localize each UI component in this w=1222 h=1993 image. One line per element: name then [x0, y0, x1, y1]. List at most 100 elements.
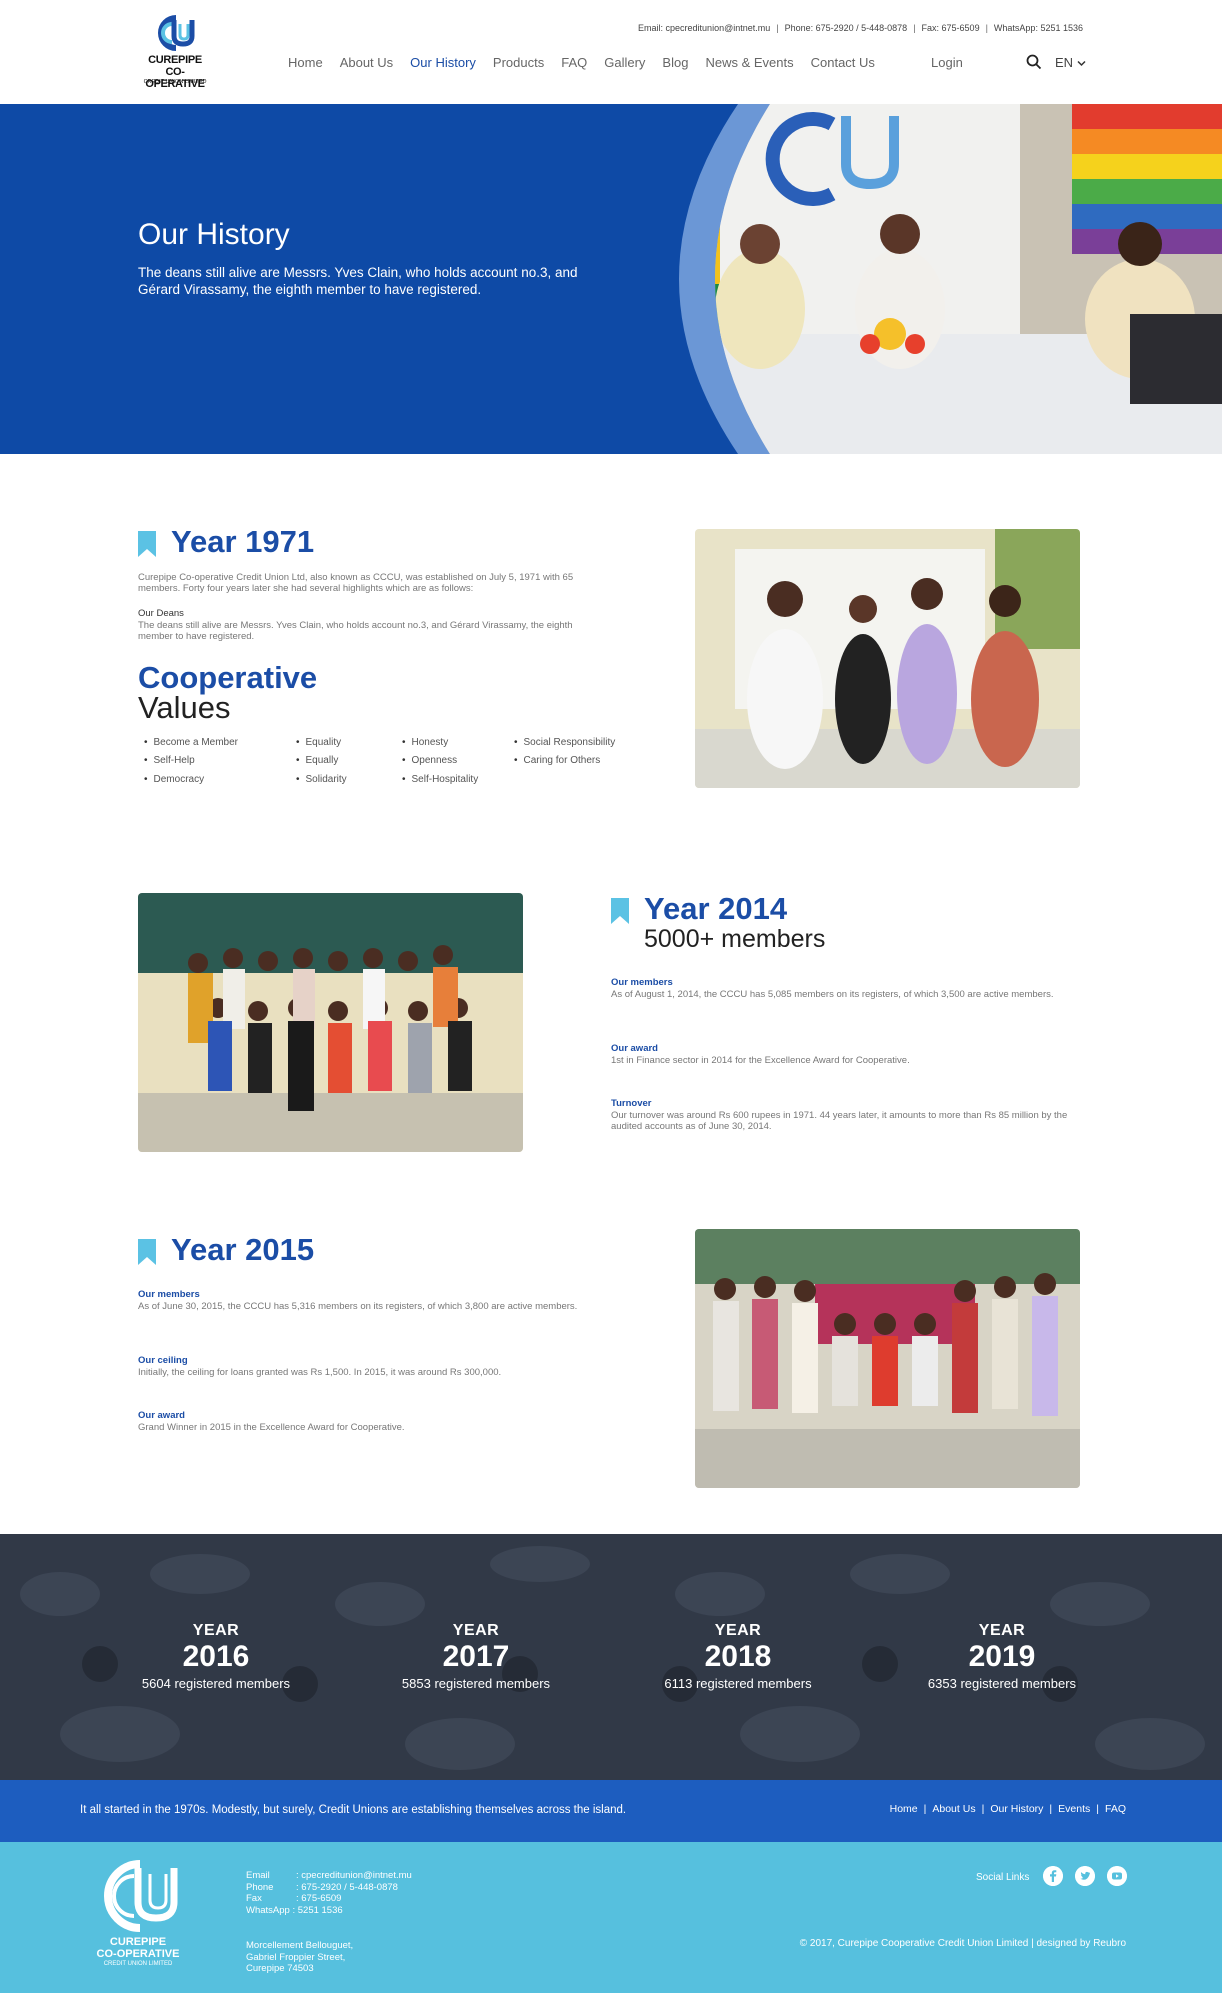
stat-members: 5853 registered members — [401, 1676, 551, 1691]
ceiling-heading: Our ceiling — [138, 1355, 188, 1366]
footer-link-faq[interactable]: FAQ — [1105, 1803, 1126, 1815]
nav-blog[interactable]: Blog — [662, 55, 688, 70]
hero-image — [679, 104, 1222, 454]
turnover-text: Our turnover was around Rs 600 rupees in… — [611, 1110, 1068, 1132]
footer-fax: : 675-6509 — [296, 1893, 342, 1904]
stat-members: 6113 registered members — [664, 1676, 812, 1691]
nav-about-us[interactable]: About Us — [340, 55, 393, 70]
nav-gallery[interactable]: Gallery — [604, 55, 645, 70]
deans-heading: Our Deans — [138, 608, 184, 619]
contact-email[interactable]: Email: cpecreditunion@intnet.mu — [638, 23, 770, 33]
footer-logo-line3: CREDIT UNION LIMITED — [103, 1961, 173, 1967]
stat-members: 6353 registered members — [927, 1676, 1077, 1691]
value-item: Equally — [296, 755, 339, 766]
year-2014-title: Year 2014 — [644, 891, 788, 926]
hero-description: The deans still alive are Messrs. Yves C… — [138, 265, 578, 297]
footer-bottom: CUREPIPE CO-OPERATIVE CREDIT UNION LIMIT… — [0, 1842, 1222, 1993]
value-item: Equality — [296, 737, 342, 748]
footer-address: Morcellement Bellouguet, Gabriel Froppie… — [246, 1940, 353, 1975]
stat-label: YEAR — [978, 1622, 1026, 1639]
deans-text: The deans still alive are Messrs. Yves C… — [138, 620, 573, 642]
footer-logo[interactable]: CUREPIPE CO-OPERATIVE CREDIT UNION LIMIT… — [88, 1856, 188, 1976]
members-2014-text: As of August 1, 2014, the CCCU has 5,085… — [611, 989, 1054, 1000]
value-item: Democracy — [144, 774, 205, 785]
stat-label: YEAR — [192, 1622, 240, 1639]
footer-phone-label: Phone — [246, 1881, 274, 1893]
footer-phone[interactable]: : 675-2920 / 5-448-0878 — [296, 1882, 398, 1893]
footer-email-label: Email — [246, 1870, 270, 1881]
address-line2: Gabriel Froppier Street, — [246, 1951, 346, 1963]
login-link[interactable]: Login — [931, 55, 963, 70]
ceiling-text: Initially, the ceiling for loans granted… — [138, 1367, 502, 1378]
year-1971-title: Year 1971 — [171, 524, 315, 559]
stat-2016: YEAR 2016 5604 registered members — [116, 1622, 316, 1691]
search-icon[interactable] — [1026, 54, 1042, 70]
nav-products[interactable]: Products — [493, 55, 544, 70]
nav-contact-us[interactable]: Contact Us — [811, 55, 875, 70]
photo-2015-group — [695, 1229, 1080, 1488]
award-2015-text: Grand Winner in 2015 in the Excellence A… — [138, 1422, 405, 1433]
photo-1971-group — [695, 529, 1080, 788]
bookmark-icon — [138, 531, 156, 557]
award-2014-heading: Our award — [611, 1043, 658, 1054]
stat-label: YEAR — [714, 1622, 762, 1639]
value-item: Social Responsibility — [514, 737, 616, 748]
stat-2017: YEAR 2017 5853 registered members — [376, 1622, 576, 1691]
contact-fax: Fax: 675-6509 — [921, 23, 980, 33]
footer-whatsapp[interactable]: : 5251 1536 — [292, 1905, 342, 1916]
members-2015-heading: Our members — [138, 1289, 200, 1300]
twitter-icon[interactable] — [1075, 1866, 1095, 1886]
youtube-icon[interactable] — [1107, 1866, 1127, 1886]
footer-logo-mark-icon — [104, 1860, 178, 1932]
bookmark-icon — [138, 1239, 156, 1265]
chevron-down-icon — [1077, 60, 1086, 67]
stat-members: 5604 registered members — [141, 1676, 291, 1691]
footer-contact-info: Email : cpecreditunion@intnet.mu Phone : 6… — [246, 1870, 412, 1916]
contact-bar: Email: cpecreditunion@intnet.mu | Phone: 6… — [638, 23, 1083, 33]
stats-banner: YEAR 2016 5604 registered members YEAR 2… — [0, 1534, 1222, 1780]
value-item: Become a Member — [144, 737, 238, 748]
stat-year: 2018 — [704, 1640, 772, 1673]
logo-mark-icon — [158, 15, 195, 51]
value-item: Openness — [402, 755, 458, 766]
footer-link-our-history[interactable]: Our History — [990, 1803, 1043, 1815]
members-2015-text: As of June 30, 2015, the CCCU has 5,316 … — [138, 1301, 578, 1312]
footer-link-about-us[interactable]: About Us — [932, 1803, 975, 1815]
logo-line3: CREDIT UNION LIMITED — [143, 79, 207, 85]
value-item: Self-Hospitality — [402, 774, 479, 785]
contact-phone[interactable]: Phone: 675-2920 / 5-448-0878 — [785, 23, 908, 33]
nav-news-events[interactable]: News & Events — [705, 55, 793, 70]
footer-links: Home | About Us | Our History | Events | FAQ — [889, 1803, 1126, 1815]
social-links-label: Social Links — [976, 1872, 1030, 1883]
copyright-text: © 2017, Curepipe Cooperative Credit Unio… — [799, 1938, 1126, 1949]
footer-link-events[interactable]: Events — [1058, 1803, 1090, 1815]
footer-logo-line1: CUREPIPE — [109, 1936, 167, 1948]
stat-2019: YEAR 2019 6353 registered members — [902, 1622, 1102, 1691]
site-header: CUREPIPE CO-OPERATIVE CREDIT UNION LIMIT… — [0, 0, 1222, 104]
nav-home[interactable]: Home — [288, 55, 323, 70]
footer-fax-label: Fax — [246, 1893, 262, 1904]
turnover-heading: Turnover — [611, 1098, 652, 1109]
contact-whatsapp[interactable]: WhatsApp: 5251 1536 — [994, 23, 1083, 33]
logo-line1: CUREPIPE — [148, 54, 202, 66]
value-item: Self-Help — [144, 755, 195, 766]
nav-faq[interactable]: FAQ — [561, 55, 587, 70]
footer-top-bar: It all started in the 1970s. Modestly, b… — [0, 1780, 1222, 1842]
facebook-icon[interactable] — [1043, 1866, 1063, 1886]
stat-year: 2019 — [968, 1640, 1036, 1673]
footer-link-home[interactable]: Home — [890, 1803, 918, 1815]
language-selector[interactable]: EN — [1055, 55, 1086, 70]
footer-email[interactable]: : cpecreditunion@intnet.mu — [296, 1870, 412, 1881]
nav-our-history[interactable]: Our History — [410, 55, 476, 70]
stat-label: YEAR — [452, 1622, 500, 1639]
footer-whatsapp-label: WhatsApp — [246, 1904, 290, 1916]
page-title: Our History — [138, 218, 290, 251]
hero-banner: Our History The deans still alive are Me… — [0, 104, 1222, 454]
address-line3: Curepipe 74503 — [246, 1963, 314, 1974]
value-item: Solidarity — [296, 774, 347, 785]
site-logo[interactable]: CUREPIPE CO-OPERATIVE CREDIT UNION LIMIT… — [138, 14, 212, 90]
year-2014-subtitle: 5000+ members — [644, 925, 826, 953]
stat-year: 2017 — [442, 1640, 510, 1673]
stat-year: 2016 — [182, 1640, 250, 1673]
footer-tagline: It all started in the 1970s. Modestly, b… — [80, 1804, 627, 1816]
